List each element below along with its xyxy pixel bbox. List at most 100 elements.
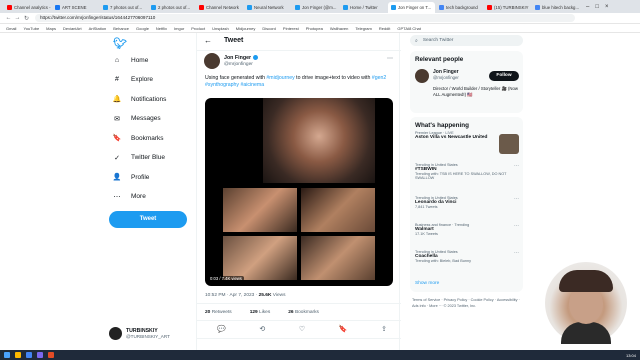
bookmark-item[interactable]: GPTAI8 Chat: [397, 26, 421, 31]
tweet-video[interactable]: 0:03 / 7.4K views: [205, 98, 393, 286]
nav-item-twitter-blue[interactable]: ✓ Twitter Blue: [112, 152, 165, 164]
show-more-link[interactable]: Show more: [415, 281, 439, 286]
hashtag-link[interactable]: #midjourney: [266, 75, 294, 81]
browser-tab[interactable]: Home / Twitter: [340, 2, 387, 13]
nav-item-notifications[interactable]: 🔔 Notifications: [112, 93, 167, 105]
trend-thumbnail: [499, 134, 519, 154]
bookmark-item[interactable]: Behance: [113, 26, 129, 31]
tab-label: 2 photos out of...: [158, 5, 191, 10]
nav-item-messages[interactable]: ✉ Messages: [112, 113, 161, 125]
hashtag-link[interactable]: #gen2: [372, 75, 386, 81]
bookmark-item[interactable]: Maps: [46, 26, 56, 31]
follow-button[interactable]: Follow: [489, 71, 519, 81]
trend-more-icon[interactable]: ⋯: [514, 163, 519, 169]
relevant-person[interactable]: Jon Finger @mrjonfinger: [415, 69, 459, 83]
twitter-logo-icon[interactable]: 🐦︎: [113, 37, 127, 50]
nav-item-explore[interactable]: # Explore: [112, 74, 153, 86]
tweet-timestamp: 10:52 PM · Apr 7, 2023 · 25.6K Views: [205, 293, 286, 298]
forward-icon[interactable]: →: [13, 15, 22, 21]
browser-tab[interactable]: Jon Finger on T...: [388, 2, 435, 13]
browser-tab[interactable]: Neural Network: [244, 2, 291, 13]
bookmark-item[interactable]: Discord: [262, 26, 276, 31]
likes-stat[interactable]: 129 Likes: [250, 310, 280, 315]
retweet-icon[interactable]: ⟲: [259, 325, 265, 333]
bookmark-item[interactable]: DeviantArt: [63, 26, 82, 31]
bookmark-item[interactable]: ArtStation: [89, 26, 107, 31]
trend-item[interactable]: Business and finance · Trending Walmart 17…: [415, 223, 519, 236]
whats-happening-card: What's happening Premier League · LIVE As…: [410, 117, 523, 292]
browser-tab[interactable]: Jon Finger (@m...: [292, 2, 339, 13]
bookmark-icon[interactable]: 🔖: [339, 325, 348, 333]
account-switcher[interactable]: TURBINSKIY @TURBINSKIY_ART: [109, 327, 170, 340]
video-frame: [223, 236, 297, 280]
hashtag-link[interactable]: #synthography #aicinema: [205, 82, 264, 88]
tweet-time[interactable]: 10:52 PM · Apr 7, 2023: [205, 293, 254, 298]
tweet-button[interactable]: Tweet: [109, 211, 187, 228]
url-input[interactable]: https://twitter.com/mrjonfinger/status/1…: [35, 14, 575, 22]
search-input[interactable]: ⌕ Search Twitter: [410, 35, 523, 46]
browser-tab[interactable]: Channel analytics - YouTube: [4, 2, 51, 13]
bookmark-item[interactable]: Telegram: [355, 26, 371, 31]
nav-item-bookmarks[interactable]: 🔖 Bookmarks: [112, 132, 164, 144]
explorer-icon[interactable]: [15, 352, 21, 358]
nav-icon: ⋯: [113, 193, 121, 201]
trend-more-icon[interactable]: ⋯: [514, 223, 519, 229]
bookmarks-stat[interactable]: 26 Bookmarks: [288, 310, 328, 315]
tab-label: Jon Finger (@m...: [302, 5, 337, 10]
reload-icon[interactable]: ↻: [22, 15, 31, 22]
more-options-icon[interactable]: ⋯: [387, 55, 393, 62]
reply-icon[interactable]: 💬: [217, 325, 226, 333]
bookmark-item[interactable]: Wallhaven: [330, 26, 349, 31]
bookmark-item[interactable]: Unsplash: [212, 26, 229, 31]
share-icon[interactable]: ⇪: [381, 325, 387, 333]
chrome-icon[interactable]: [26, 352, 32, 358]
bookmark-item[interactable]: Midjourney: [236, 26, 256, 31]
app-icon[interactable]: [48, 352, 54, 358]
bookmark-item[interactable]: Pinterest: [283, 26, 299, 31]
close-icon[interactable]: ×: [605, 2, 609, 13]
nav-item-home[interactable]: ⌂ Home: [112, 54, 148, 66]
like-icon[interactable]: ♡: [299, 325, 305, 333]
browser-tab[interactable]: 2 photos out of...: [148, 2, 195, 13]
browser-tab[interactable]: tech background: [436, 2, 483, 13]
right-sidebar: ⌕ Search Twitter Relevant people Jon Fin…: [407, 33, 525, 360]
browser-tab[interactable]: Channel Network: [196, 2, 243, 13]
footer-links[interactable]: Terms of Service · Privacy Policy · Cook…: [412, 297, 522, 309]
bookmark-item[interactable]: Reddit: [379, 26, 391, 31]
trend-item[interactable]: Trending in United States Coachella Trendi…: [415, 250, 519, 263]
nav-item-more[interactable]: ⋯ More: [112, 191, 146, 203]
app-icon[interactable]: [37, 352, 43, 358]
bookmark-item[interactable]: Product: [191, 26, 205, 31]
browser-tab[interactable]: blue hitech backg...: [532, 2, 579, 13]
trend-item[interactable]: Trending in United States #TSBWIN Trending…: [415, 163, 519, 180]
author-name[interactable]: Jon Finger: [224, 55, 251, 61]
start-icon[interactable]: [4, 352, 10, 358]
retweets-stat[interactable]: 20 Retweets: [205, 310, 241, 315]
browser-tab[interactable]: ART SCENE: [52, 2, 99, 13]
browser-tab[interactable]: (15) TURBINSKIY: [484, 2, 531, 13]
page-title: Tweet: [224, 37, 244, 44]
tab-label: Neural Network: [254, 5, 284, 10]
trend-item[interactable]: Trending in United States Leonardo da Vin…: [415, 196, 519, 209]
bookmark-item[interactable]: YouTube: [23, 26, 39, 31]
bookmark-item[interactable]: Netflix: [156, 26, 167, 31]
trend-more-icon[interactable]: ⋯: [514, 196, 519, 202]
nav-item-profile[interactable]: 👤 Profile: [112, 171, 150, 183]
bookmark-item[interactable]: Photopea: [306, 26, 323, 31]
bookmark-item[interactable]: Gmail: [6, 26, 16, 31]
browser-tab[interactable]: 7 photos out of...: [100, 2, 147, 13]
nav-label: Bookmarks: [131, 134, 164, 142]
back-arrow-icon[interactable]: ←: [204, 36, 212, 45]
webcam-person-body: [561, 322, 611, 344]
minimize-icon[interactable]: –: [586, 2, 589, 13]
author-handle[interactable]: @mrjonfinger: [224, 62, 253, 67]
maximize-icon[interactable]: □: [595, 2, 599, 13]
back-icon[interactable]: ←: [4, 15, 13, 21]
bookmark-item[interactable]: Google: [136, 26, 149, 31]
trend-more-icon[interactable]: ⋯: [514, 250, 519, 256]
nav-icon: ⌂: [114, 56, 120, 64]
trend-item[interactable]: Premier League · LIVE Aston Villa vs Newc…: [415, 131, 519, 154]
bookmark-item[interactable]: Imgur: [174, 26, 184, 31]
nav-label: Explore: [131, 76, 154, 83]
author-avatar[interactable]: [204, 53, 220, 69]
